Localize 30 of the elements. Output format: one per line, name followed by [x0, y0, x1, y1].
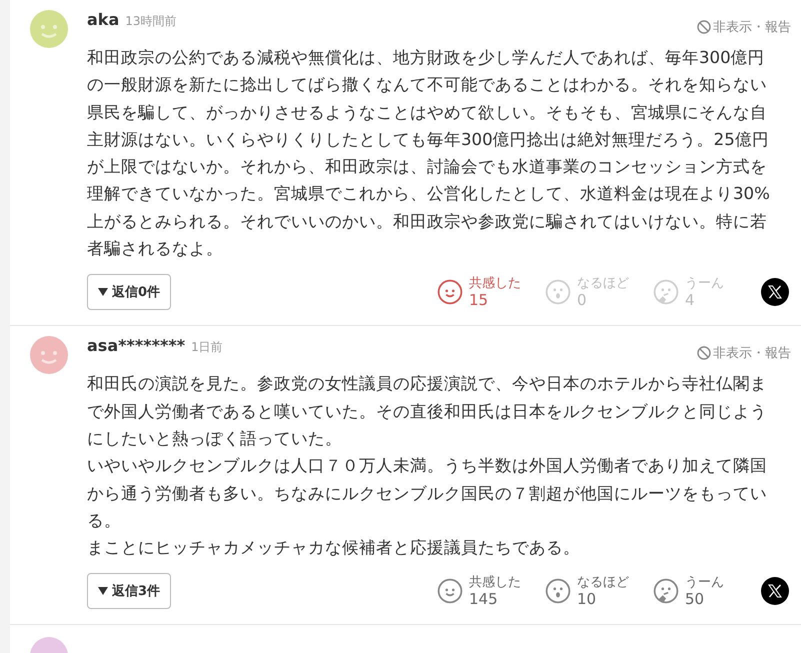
reaction-button[interactable]: 共感した 15: [437, 276, 533, 308]
comment-text: 和田政宗の公約である減税や無償化は、地方財政を少し学んだ人であれば、毎年300億円の一般財源を新たに捻出してばら撒くなんて不可能であることはわかる。それを知らない県民を騙して、がっかりさせるようなことはやめて欲しい。そもそも、宮城県にそんな自主財源はない。いくらやりくりしたとしても毎年300億円捻出は絶対無理だろう。25億円が上限ではないか。それから、和田政宗は、討論会でも水道事業のコンセッション方式を理解できていなかった。宮城県でこれから、公営化したとして、水道料金は現在より30%上がるとみられる。それでいいのかい。和田政宗や参政党に騙されてはいけない。特に若者騙されるなよ。: [87, 47, 771, 260]
avatar-icon: [30, 336, 68, 374]
x-share-icon[interactable]: [761, 278, 789, 306]
user-name[interactable]: asa********: [87, 336, 186, 356]
comment-text: 和田氏の演説を見た。参政党の女性議員の応援演説で、今や日本のホテルから寺社仏閣まで外国人労働者であると嘆いていた。その直後和田氏は日本をルクセンブルクと同じようにしたいと熱っぽく語っていた。: [87, 373, 768, 450]
comment-text: いやいやルクセンブルクは人口７０万人未満。うち半数は外国人労働者であり加えて隣国から通う労働者も多い。ちなみにルクセンブルク国民の７割超が他国にルーツをもっている。: [87, 455, 768, 532]
hmm-face-icon: [653, 279, 679, 306]
reaction-button[interactable]: うーん 50: [653, 575, 749, 608]
user-name[interactable]: aka: [87, 10, 120, 29]
hide-report-link[interactable]: 非表示・報告: [697, 18, 791, 36]
empathy-face-icon: [437, 578, 463, 604]
post-time: 1日前: [191, 339, 223, 356]
insight-face-icon: [545, 279, 571, 306]
reaction-button[interactable]: 共感した 145: [437, 575, 533, 608]
insight-face-icon: [545, 578, 571, 604]
reaction-button[interactable]: なるほど 10: [545, 575, 641, 608]
prohibited-icon: [697, 346, 711, 360]
comment-text: まことにヒッチャカメッチャカな候補者と応援議員たちである。: [87, 537, 581, 560]
replies-button[interactable]: 返信0件: [87, 274, 172, 310]
caret-icon: [98, 288, 108, 296]
empathy-face-icon: [437, 279, 463, 306]
caret-icon: [98, 587, 108, 596]
replies-button[interactable]: 返信3件: [87, 573, 172, 610]
hide-report-link[interactable]: 非表示・報告: [697, 344, 791, 362]
x-share-icon[interactable]: [761, 577, 789, 606]
post-time: 13時間前: [125, 13, 177, 30]
avatar-icon: [30, 10, 68, 48]
prohibited-icon: [697, 20, 711, 34]
hmm-face-icon: [653, 578, 679, 604]
